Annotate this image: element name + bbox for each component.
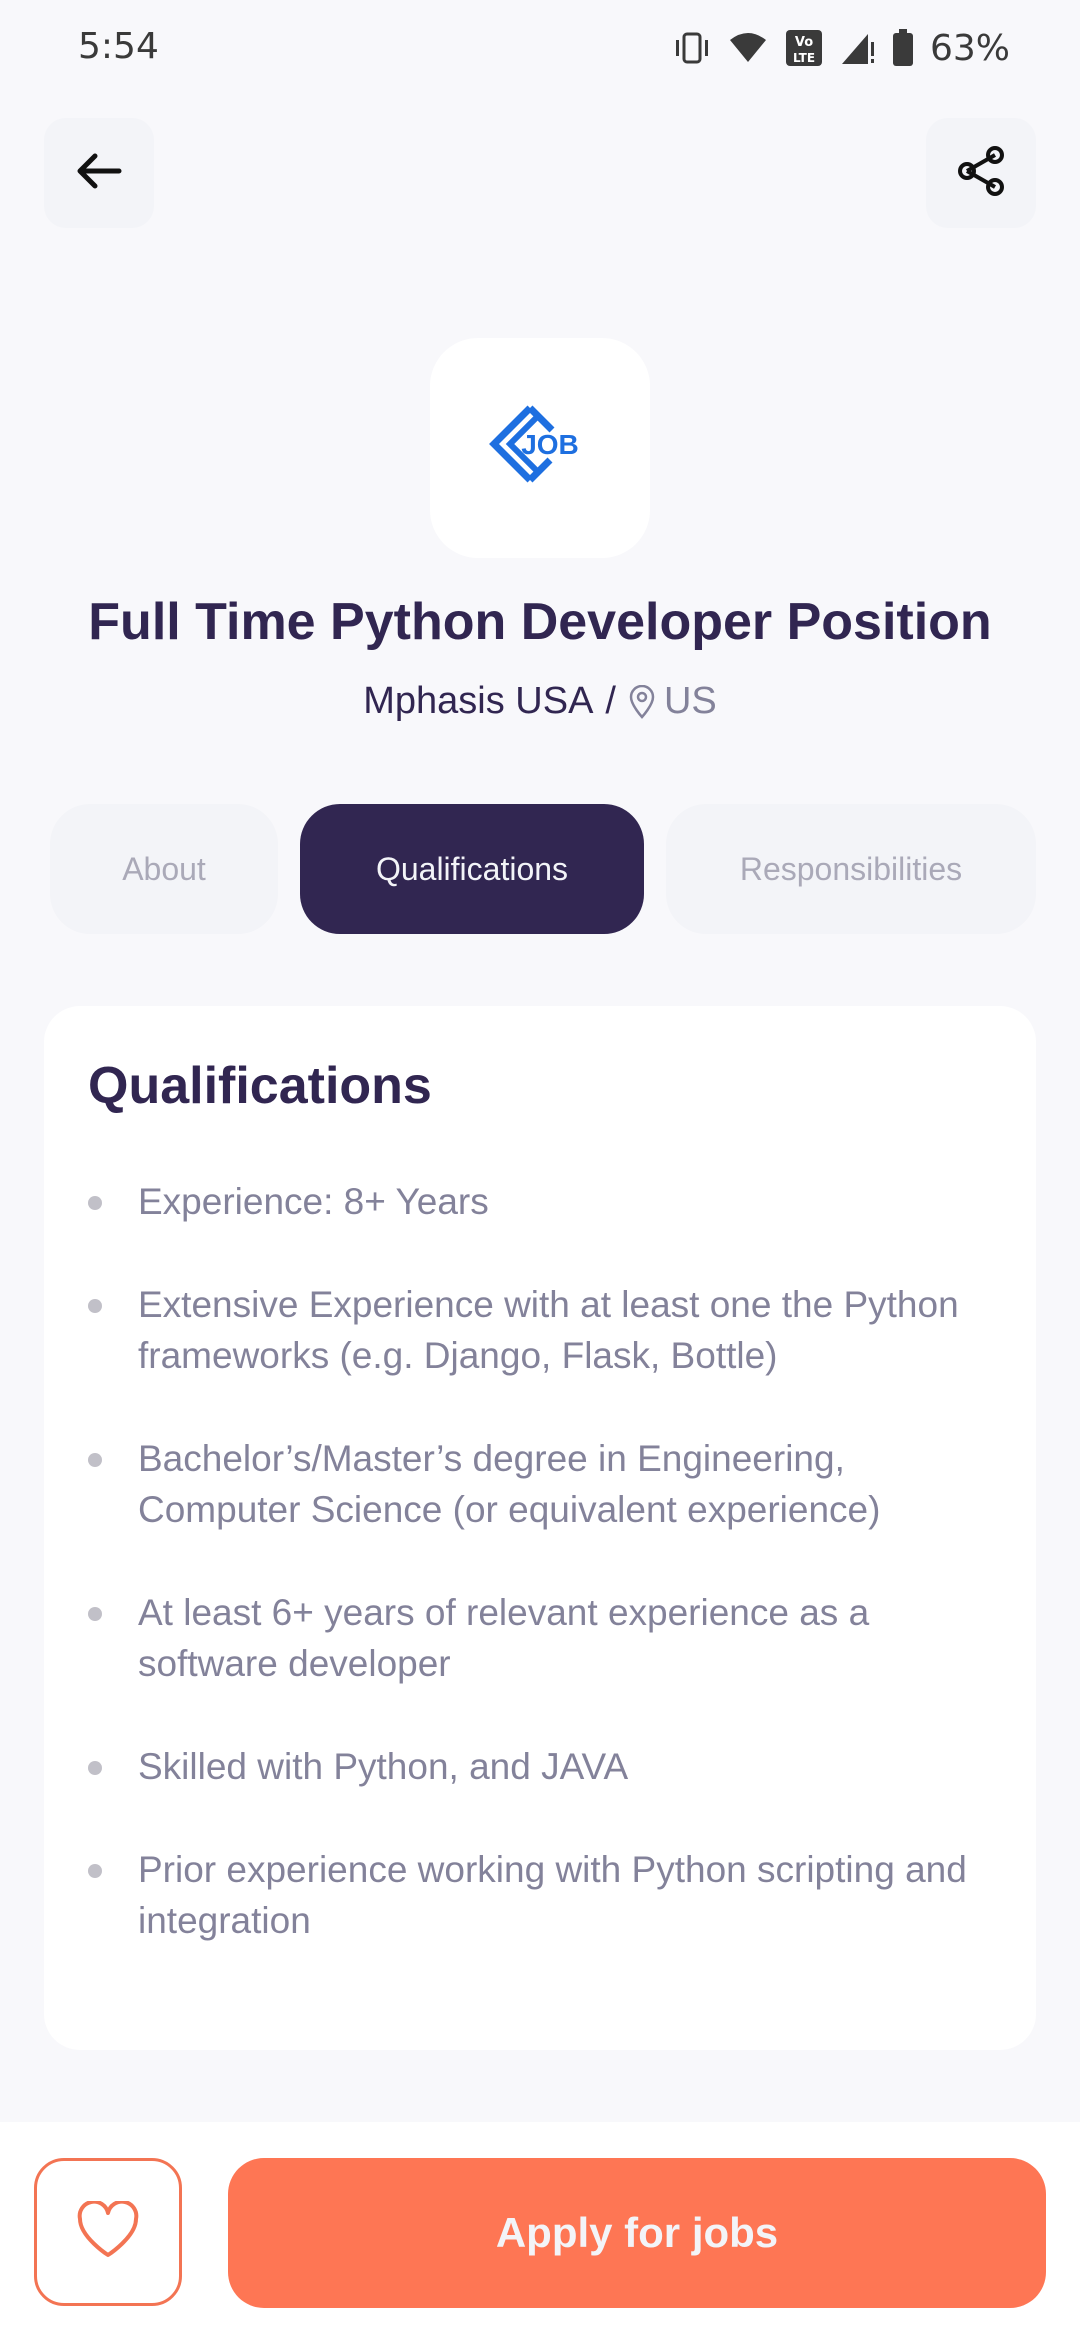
status-icons: Vo LTE 63% — [672, 24, 1010, 72]
list-item: Extensive Experience with at least one t… — [88, 1279, 1008, 1381]
svg-text:JOB: JOB — [521, 429, 579, 460]
volte-icon: Vo LTE — [784, 28, 824, 68]
qualification-text: Prior experience working with Python scr… — [138, 1849, 967, 1941]
qualification-text: Bachelor’s/Master’s degree in Engineerin… — [138, 1438, 881, 1530]
footer: Apply for jobs — [0, 2122, 1080, 2340]
bullet-icon — [88, 1299, 102, 1313]
bullet-icon — [88, 1761, 102, 1775]
status-bar: 5:54 Vo LTE 63% — [0, 0, 1080, 96]
wifi-icon — [728, 30, 768, 66]
tab-about[interactable]: About — [50, 804, 278, 934]
svg-text:LTE: LTE — [793, 51, 815, 65]
company-location-line: Mphasis USA / US — [0, 680, 1080, 723]
tab-qualifications[interactable]: Qualifications — [300, 804, 644, 934]
qualifications-card: Qualifications Experience: 8+ Years Exte… — [44, 1006, 1036, 2050]
job-title: Full Time Python Developer Position — [88, 593, 992, 651]
job-details-screen: 5:54 Vo LTE 63% JOB Full Time Python Dev… — [0, 0, 1080, 2340]
location: US — [628, 680, 717, 723]
share-icon — [953, 143, 1009, 203]
location-pin-icon — [629, 684, 655, 719]
list-item: At least 6+ years of relevant experience… — [88, 1587, 1008, 1689]
qualification-text: Experience: 8+ Years — [138, 1181, 489, 1222]
bullet-icon — [88, 1607, 102, 1621]
qualification-text: At least 6+ years of relevant experience… — [138, 1592, 870, 1684]
qualifications-heading: Qualifications — [88, 1057, 432, 1115]
qualification-text: Extensive Experience with at least one t… — [138, 1284, 959, 1376]
battery-icon — [892, 29, 914, 67]
company-name: Mphasis USA — [363, 680, 594, 722]
separator: / — [605, 680, 616, 722]
job-logo-icon: JOB — [489, 405, 579, 483]
share-button[interactable] — [926, 118, 1036, 228]
bullet-icon — [88, 1196, 102, 1210]
like-button[interactable] — [34, 2158, 182, 2306]
location-text: US — [663, 680, 717, 722]
signal-icon — [840, 30, 876, 66]
status-time: 5:54 — [78, 26, 159, 67]
vibrate-icon — [672, 30, 712, 66]
tab-responsibilities[interactable]: Responsibilities — [666, 804, 1036, 934]
bullet-icon — [88, 1864, 102, 1878]
arrow-left-icon — [73, 145, 125, 201]
list-item: Prior experience working with Python scr… — [88, 1844, 1008, 1946]
apply-button[interactable]: Apply for jobs — [228, 2158, 1046, 2308]
list-item: Bachelor’s/Master’s degree in Engineerin… — [88, 1433, 1008, 1535]
company-logo-card: JOB — [430, 338, 650, 558]
qualification-text: Skilled with Python, and JAVA — [138, 1746, 629, 1787]
bullet-icon — [88, 1453, 102, 1467]
battery-percentage: 63% — [929, 27, 1010, 69]
list-item: Experience: 8+ Years — [88, 1176, 1008, 1227]
qualifications-list: Experience: 8+ Years Extensive Experienc… — [88, 1176, 1008, 1998]
list-item: Skilled with Python, and JAVA — [88, 1741, 1008, 1792]
back-button[interactable] — [44, 118, 154, 228]
heart-icon — [76, 2199, 140, 2263]
svg-text:Vo: Vo — [795, 35, 813, 50]
